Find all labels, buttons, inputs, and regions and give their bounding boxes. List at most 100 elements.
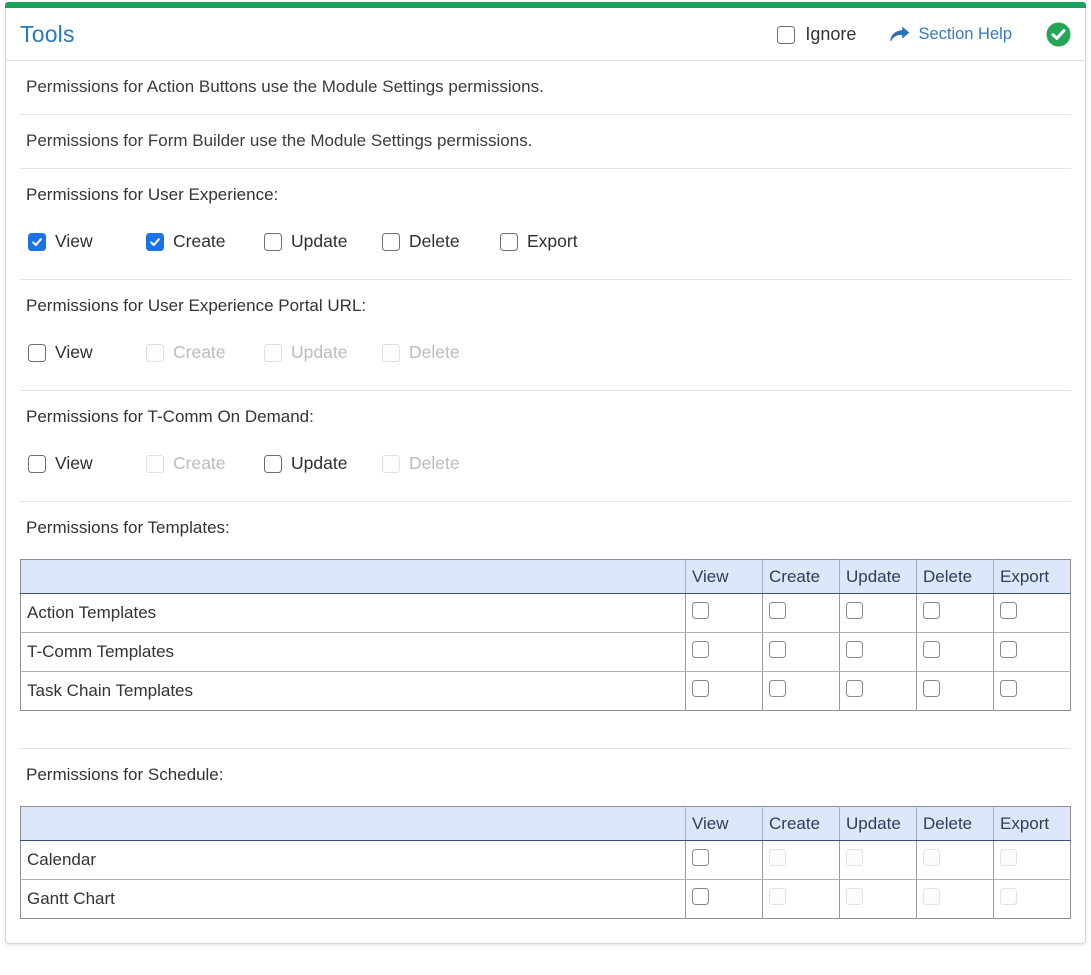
task-chain-templates-update-checkbox[interactable] (846, 680, 863, 697)
checkbox-row: View Create Update Delete (20, 453, 1071, 474)
column-header-delete: Delete (916, 559, 994, 594)
calendar-view-checkbox[interactable] (692, 849, 709, 866)
create-checkbox (146, 454, 164, 473)
ignore-checkbox[interactable] (777, 25, 796, 44)
task-chain-templates-create-checkbox[interactable] (769, 680, 786, 697)
checkbox-label: Export (527, 231, 578, 251)
permission-option-view[interactable]: View (28, 342, 124, 363)
permission-option-view[interactable]: View (28, 231, 124, 252)
section-label: Permissions for User Experience Portal U… (26, 296, 367, 315)
permission-cell (685, 879, 763, 919)
action-templates-export-checkbox[interactable] (1000, 602, 1017, 619)
table-header-row: View Create Update Delete Export (20, 806, 1071, 841)
checkbox-label: View (55, 231, 93, 251)
permission-cell (685, 840, 763, 880)
permissions-checkbox-section: Permissions for T-Comm On Demand: View Cre… (6, 391, 1085, 501)
table-row: T-Comm Templates (20, 632, 1071, 672)
calendar-delete-checkbox (923, 849, 940, 866)
view-checkbox[interactable] (28, 454, 46, 473)
calendar-create-checkbox (769, 849, 786, 866)
permissions-table-section: Permissions for Templates: View Create Upda… (6, 502, 1085, 748)
permission-option-export[interactable]: Export (500, 231, 596, 252)
permission-cell (762, 593, 840, 633)
tools-panel: Tools Ignore Section Help Permissions fo… (5, 2, 1086, 944)
checkbox-row: View Create Update Delete Export (20, 231, 1071, 252)
permission-option-update: Update (264, 342, 360, 363)
update-checkbox[interactable] (264, 454, 282, 473)
permissions-table: View Create Update Delete Export Action Templ… (20, 559, 1071, 711)
checkbox-label: Delete (409, 231, 460, 251)
checkbox-label: Update (291, 342, 348, 362)
permission-cell (839, 632, 917, 672)
section-label: Permissions for Schedule: (26, 765, 224, 784)
gantt-chart-export-checkbox (1000, 888, 1017, 905)
permission-cell (685, 671, 763, 711)
status-ok-icon (1046, 22, 1071, 47)
permission-option-create: Create (146, 342, 242, 363)
update-checkbox[interactable] (264, 232, 282, 251)
permission-cell (994, 672, 1071, 711)
gantt-chart-update-checkbox (846, 888, 863, 905)
permission-cell (762, 632, 840, 672)
column-header-view: View (685, 559, 763, 594)
ignore-control[interactable]: Ignore (777, 24, 856, 45)
view-checkbox[interactable] (28, 343, 46, 362)
row-label-header (20, 559, 686, 594)
permission-option-delete[interactable]: Delete (382, 231, 478, 252)
permission-cell (762, 879, 840, 919)
view-checkbox[interactable] (28, 232, 46, 251)
permission-option-update[interactable]: Update (264, 453, 360, 474)
checkbox-label: Delete (409, 453, 460, 473)
calendar-update-checkbox (846, 849, 863, 866)
permission-cell (762, 671, 840, 711)
task-chain-templates-export-checkbox[interactable] (1000, 680, 1017, 697)
t-comm-templates-delete-checkbox[interactable] (923, 641, 940, 658)
action-templates-view-checkbox[interactable] (692, 602, 709, 619)
t-comm-templates-view-checkbox[interactable] (692, 641, 709, 658)
permission-cell (839, 671, 917, 711)
permissions-checkbox-section: Permissions for User Experience: View Crea… (6, 169, 1085, 279)
checkbox-label: Create (173, 231, 226, 251)
section-label: Permissions for Templates: (26, 518, 230, 537)
table-row: Calendar (20, 840, 1071, 880)
permission-cell (916, 671, 994, 711)
t-comm-templates-export-checkbox[interactable] (1000, 641, 1017, 658)
permission-cell (839, 593, 917, 633)
task-chain-templates-view-checkbox[interactable] (692, 680, 709, 697)
note-text: Permissions for Action Buttons use the M… (26, 77, 544, 96)
checkbox-label: Create (173, 342, 226, 362)
export-checkbox[interactable] (500, 232, 518, 251)
panel-title: Tools (20, 21, 75, 47)
calendar-export-checkbox (1000, 849, 1017, 866)
delete-checkbox[interactable] (382, 232, 400, 251)
task-chain-templates-delete-checkbox[interactable] (923, 680, 940, 697)
column-header-export: Export (993, 559, 1071, 594)
t-comm-templates-update-checkbox[interactable] (846, 641, 863, 658)
action-templates-create-checkbox[interactable] (769, 602, 786, 619)
delete-checkbox (382, 454, 400, 473)
row-label-header (20, 806, 686, 841)
gantt-chart-view-checkbox[interactable] (692, 888, 709, 905)
permissions-note: Permissions for Form Builder use the Mod… (6, 115, 1085, 168)
header-actions: Ignore Section Help (777, 22, 1071, 47)
row-label: Action Templates (20, 593, 686, 633)
create-checkbox[interactable] (146, 232, 164, 251)
column-header-update: Update (839, 559, 917, 594)
t-comm-templates-create-checkbox[interactable] (769, 641, 786, 658)
row-label: Task Chain Templates (20, 671, 686, 711)
section-help-link[interactable]: Section Help (890, 25, 1012, 44)
permission-option-view[interactable]: View (28, 453, 124, 474)
permission-option-create[interactable]: Create (146, 231, 242, 252)
action-templates-update-checkbox[interactable] (846, 602, 863, 619)
table-row: Gantt Chart (20, 879, 1071, 919)
action-templates-delete-checkbox[interactable] (923, 602, 940, 619)
checkbox-row: View Create Update Delete (20, 342, 1071, 363)
permission-option-create: Create (146, 453, 242, 474)
permission-cell (685, 632, 763, 672)
permission-option-update[interactable]: Update (264, 231, 360, 252)
permission-cell (994, 880, 1071, 919)
permission-cell (839, 879, 917, 919)
column-header-create: Create (762, 806, 840, 841)
ignore-label: Ignore (805, 24, 857, 44)
checkbox-label: Update (291, 231, 348, 251)
